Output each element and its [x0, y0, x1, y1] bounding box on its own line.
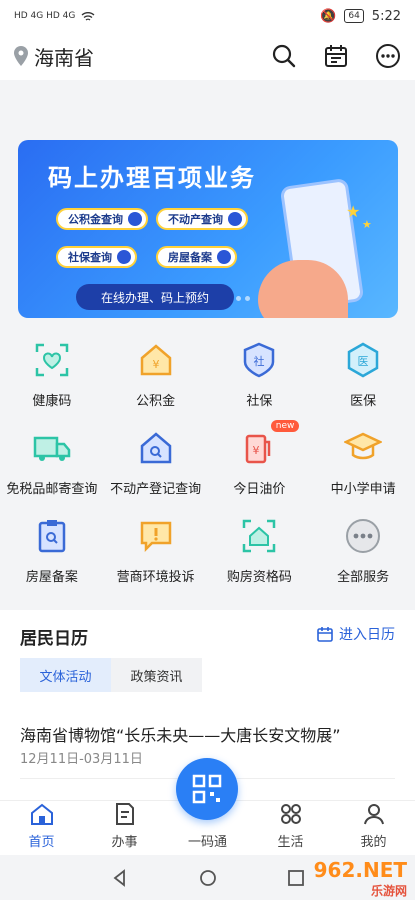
signal-indicators: HD 4G HD 4G	[14, 11, 95, 22]
location-pin-icon	[14, 46, 28, 66]
svg-text:¥: ¥	[152, 358, 159, 371]
recent-apps-icon[interactable]	[287, 869, 305, 887]
star-icon: ★	[362, 218, 372, 231]
social-security-icon: 社	[244, 342, 275, 378]
house-scan-icon	[243, 519, 276, 553]
service-property-query[interactable]: 不动产登记查询	[104, 428, 208, 498]
back-icon[interactable]	[111, 868, 129, 887]
service-health-code[interactable]: 健康码	[0, 340, 104, 410]
wifi-icon	[81, 11, 95, 21]
svg-text:¥: ¥	[253, 444, 260, 457]
svg-text:医: 医	[358, 355, 369, 368]
battery-indicator: 64	[344, 9, 364, 23]
banner-chip-fund[interactable]: 公积金查询	[56, 208, 148, 230]
service-dutyfree-mail[interactable]: 免税品邮寄查询	[0, 428, 104, 498]
calendar-small-icon	[317, 627, 333, 642]
user-icon	[363, 804, 384, 825]
banner-pager	[236, 296, 250, 301]
grid-circles-icon	[280, 804, 301, 824]
mute-icon: 🔕	[320, 8, 337, 24]
nav-home[interactable]: 首页	[0, 801, 83, 856]
service-all[interactable]: 全部服务	[311, 516, 415, 586]
signal-text: HD 4G HD 4G	[14, 11, 76, 21]
more-options-icon[interactable]	[375, 43, 401, 69]
star-icon: ★	[346, 202, 361, 221]
banner-chip-property[interactable]: 不动产查询	[156, 208, 248, 230]
location-selector[interactable]: 海南省	[14, 42, 94, 71]
service-label: 中小学申请	[330, 482, 396, 497]
fund-house-icon: ¥	[140, 344, 171, 376]
home-icon	[30, 803, 53, 825]
service-business-complaint[interactable]: 营商环境投诉	[104, 516, 208, 586]
enter-calendar-link[interactable]: 进入日历	[317, 624, 395, 644]
top-bar: 海南省	[0, 32, 415, 80]
search-icon[interactable]	[271, 43, 297, 69]
calendar-tabs: 文体活动 政策资讯	[20, 658, 202, 692]
service-label: 医保	[350, 394, 377, 409]
service-label: 营商环境投诉	[116, 570, 195, 585]
service-medical-insurance[interactable]: 医 医保	[311, 340, 415, 410]
service-label: 购房资格码	[226, 570, 292, 585]
tab-culture-events[interactable]: 文体活动	[20, 658, 111, 692]
banner-title: 码上办理百项业务	[48, 164, 256, 192]
promo-banner[interactable]: 码上办理百项业务 公积金查询 不动产查询 社保查询 房屋备案 在线办理、码上预约…	[18, 140, 398, 318]
clipboard-search-icon	[38, 520, 66, 553]
service-grid: 健康码 ¥ 公积金 社 社保 医 医保 免税品邮寄查询 不动产登记查询 ¥ ne…	[0, 340, 415, 586]
new-badge: new	[270, 420, 300, 432]
service-label: 不动产登记查询	[110, 482, 202, 497]
tab-policy-news[interactable]: 政策资讯	[111, 658, 202, 692]
document-icon	[115, 803, 134, 825]
nav-mine[interactable]: 我的	[332, 801, 415, 856]
news-item-title[interactable]: 海南省博物馆“长乐未央——大唐长安文物展”	[20, 722, 341, 746]
health-code-icon	[35, 343, 69, 377]
nav-life[interactable]: 生活	[249, 801, 332, 856]
location-label: 海南省	[34, 45, 94, 70]
house-search-icon	[140, 432, 171, 464]
watermark-logo: 962.NET 乐游网	[313, 858, 407, 898]
banner-chip-house[interactable]: 房屋备案	[156, 246, 237, 268]
medical-insurance-icon: 医	[347, 342, 379, 378]
fuel-pump-icon: ¥	[246, 434, 271, 464]
calendar-icon[interactable]	[323, 43, 349, 69]
news-item-date: 12月11日-03月11日	[20, 752, 143, 767]
nav-services[interactable]: 办事	[83, 801, 166, 856]
service-label: 公积金	[136, 394, 176, 409]
service-label: 今日油价	[233, 482, 286, 497]
more-dots-icon	[346, 519, 381, 553]
service-label: 房屋备案	[25, 570, 78, 585]
clock: 5:22	[371, 8, 401, 24]
service-label: 社保	[246, 394, 273, 409]
qr-code-fab[interactable]	[176, 758, 238, 820]
service-house-filing[interactable]: 房屋备案	[0, 516, 104, 586]
banner-chip-social[interactable]: 社保查询	[56, 246, 137, 268]
service-house-eligibility[interactable]: 购房资格码	[208, 516, 312, 586]
service-school-application[interactable]: 中小学申请	[311, 428, 415, 498]
banner-pill: 在线办理、码上预约	[76, 284, 234, 310]
delivery-truck-icon	[33, 436, 71, 461]
service-label: 免税品邮寄查询	[6, 482, 98, 497]
section-title: 居民日历	[20, 629, 88, 649]
home-circle-icon[interactable]	[199, 869, 217, 887]
qr-code-icon	[192, 774, 222, 804]
service-oil-price[interactable]: ¥ new 今日油价	[208, 420, 312, 498]
status-bar: HD 4G HD 4G 🔕 64 5:22	[0, 0, 415, 32]
graduation-cap-icon	[344, 432, 383, 460]
complaint-icon	[140, 521, 171, 553]
service-social-security[interactable]: 社 社保	[208, 340, 312, 410]
svg-text:社: 社	[254, 354, 265, 368]
service-housing-fund[interactable]: ¥ 公积金	[104, 340, 208, 410]
service-label: 健康码	[32, 394, 72, 409]
service-label: 全部服务	[337, 570, 390, 585]
